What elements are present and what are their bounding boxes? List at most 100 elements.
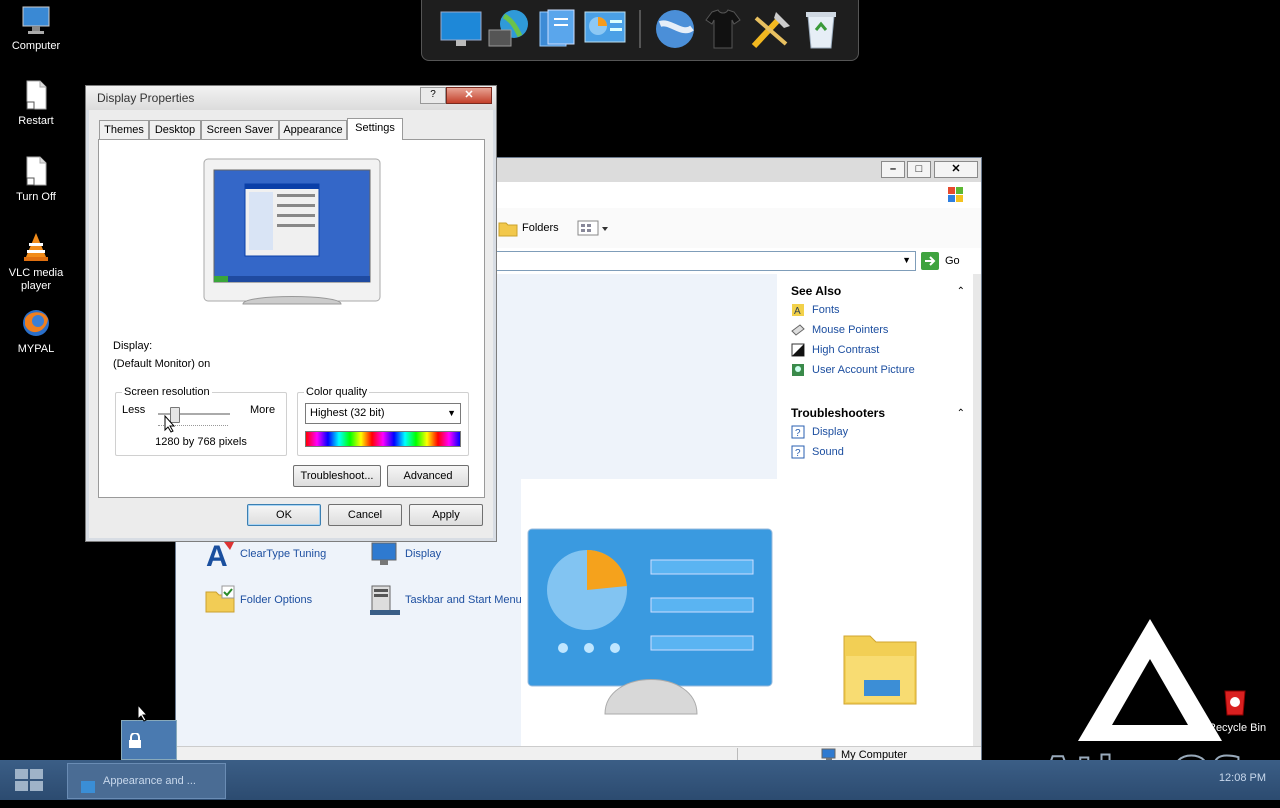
chevron-down-icon: ▼ [902, 255, 911, 265]
internet-globe-icon[interactable] [652, 6, 698, 52]
taskbar-icon [369, 584, 401, 616]
fonts-icon: A [791, 303, 805, 317]
vlc-cone-icon [20, 231, 52, 263]
tools-icon[interactable] [748, 6, 794, 52]
apply-button[interactable]: Apply [409, 504, 483, 526]
folder-options-item[interactable]: Folder Options [204, 584, 312, 616]
display-label: Display: [113, 340, 153, 352]
see-also-mouse-pointers[interactable]: Mouse Pointers [791, 322, 888, 338]
see-also-user-account-picture[interactable]: User Account Picture [791, 362, 915, 378]
tab-themes[interactable]: Themes [99, 120, 149, 139]
display-item[interactable]: Display [369, 538, 441, 570]
desktop-icon-mypal[interactable]: MYPAL [4, 307, 68, 356]
dock [421, 0, 859, 61]
taskbar-start-menu-item[interactable]: Taskbar and Start Menu [369, 584, 522, 616]
less-label: Less [122, 404, 146, 416]
computer-icon [20, 4, 52, 36]
cleartype-tuning-item[interactable]: A ClearType Tuning [204, 538, 326, 573]
user-picture-icon [791, 363, 805, 377]
tab-settings[interactable]: Settings [347, 118, 403, 140]
color-quality-label: Color quality [304, 386, 370, 398]
dialog-title-bar[interactable]: Display Properties ? ✕ [86, 86, 496, 110]
tshirt-icon[interactable] [700, 6, 746, 52]
desktop-icon-label: Computer [11, 40, 61, 52]
color-quality-value: Highest (32 bit) [310, 407, 385, 419]
mouse-pointer-icon [791, 323, 805, 337]
taskbar-item-label: Appearance and ... [103, 775, 196, 787]
display-value: (Default Monitor) on [113, 358, 211, 370]
windows-flag-icon [943, 184, 969, 206]
folder-options-icon [204, 584, 236, 616]
recycle-bin-icon[interactable] [798, 6, 844, 52]
go-button[interactable]: Go [921, 251, 960, 271]
collapse-chevron-icon[interactable]: ⌃ [957, 286, 965, 297]
close-button[interactable]: ✕ [934, 161, 978, 178]
network-globe-icon[interactable] [486, 6, 532, 52]
ok-button[interactable]: OK [247, 504, 321, 526]
troubleshooter-sound[interactable]: ? Sound [791, 444, 844, 460]
dialog-title: Display Properties [97, 91, 195, 105]
taskbar-item-appearance[interactable]: Appearance and ... [67, 763, 226, 799]
svg-text:A: A [794, 306, 801, 317]
folder-icon [498, 219, 518, 237]
svg-text:?: ? [795, 428, 801, 439]
panel-background [521, 274, 777, 479]
monitor-preview-icon [203, 158, 381, 306]
svg-text:?: ? [795, 448, 801, 459]
cancel-button[interactable]: Cancel [328, 504, 402, 526]
collapse-chevron-icon[interactable]: ⌃ [957, 408, 965, 419]
folders-button[interactable]: Folders [498, 218, 559, 238]
color-quality-select[interactable]: Highest (32 bit) ▼ [305, 403, 461, 424]
tab-screen-saver[interactable]: Screen Saver [201, 120, 279, 139]
desktop-icon-label: Turn Off [16, 191, 56, 203]
atlas-logo [1070, 615, 1230, 745]
folder-icon [842, 622, 918, 706]
help-button[interactable]: ? [420, 87, 446, 104]
folders-label: Folders [522, 222, 559, 234]
see-also-heading: See Also [791, 284, 842, 298]
lock-icon [128, 732, 142, 749]
document-shortcut-icon [20, 79, 52, 111]
lock-notification[interactable] [121, 720, 177, 760]
tab-appearance[interactable]: Appearance [279, 120, 347, 139]
desktop-icon-label: VLC media player [8, 267, 64, 292]
troubleshoot-button[interactable]: Troubleshoot... [293, 465, 381, 487]
more-label: More [250, 404, 276, 416]
see-also-high-contrast[interactable]: High Contrast [791, 342, 879, 358]
view-menu-button[interactable] [576, 218, 610, 238]
screen-resolution-group: Screen resolution Less More 1280 by 768 … [115, 386, 287, 456]
desktop-icon-computer[interactable]: Computer [4, 4, 68, 53]
display-properties-dialog: Display Properties ? ✕ Themes Desktop Sc… [85, 85, 497, 542]
svg-text:A: A [206, 540, 228, 570]
dock-separator [639, 10, 641, 48]
control-panel-icon [80, 774, 96, 793]
resolution-value: 1280 by 768 pixels [155, 436, 247, 448]
mouse-cursor-icon [137, 703, 149, 722]
help-icon: ? [791, 445, 805, 459]
desktop-icon-turn-off[interactable]: Turn Off [4, 155, 68, 204]
screen-resolution-label: Screen resolution [122, 386, 212, 398]
recycle-bin-label: Recycle Bin [1208, 722, 1267, 734]
color-quality-group: Color quality Highest (32 bit) ▼ [297, 386, 469, 456]
troubleshooter-display[interactable]: ? Display [791, 424, 848, 440]
advanced-button[interactable]: Advanced [387, 465, 469, 487]
chevron-down-icon: ▼ [447, 408, 456, 418]
help-icon: ? [791, 425, 805, 439]
minimize-button[interactable]: – [881, 161, 905, 178]
start-button[interactable] [14, 767, 44, 793]
tab-desktop[interactable]: Desktop [149, 120, 201, 139]
go-arrow-icon [921, 252, 939, 270]
vertical-scrollbar[interactable] [973, 274, 981, 747]
display-monitor-icon [369, 538, 401, 570]
firefox-icon [20, 307, 52, 339]
recycle-bin-icon[interactable] [1220, 686, 1250, 716]
see-also-fonts[interactable]: A Fonts [791, 302, 840, 318]
close-button[interactable]: ✕ [446, 87, 492, 104]
control-panel-icon[interactable] [582, 6, 628, 52]
monitor-icon[interactable] [438, 6, 484, 52]
documents-icon[interactable] [534, 6, 580, 52]
control-panel-illustration [527, 528, 773, 718]
desktop-icon-restart[interactable]: Restart [4, 79, 68, 128]
maximize-button[interactable]: □ [907, 161, 931, 178]
desktop-icon-vlc[interactable]: VLC media player [4, 231, 68, 293]
